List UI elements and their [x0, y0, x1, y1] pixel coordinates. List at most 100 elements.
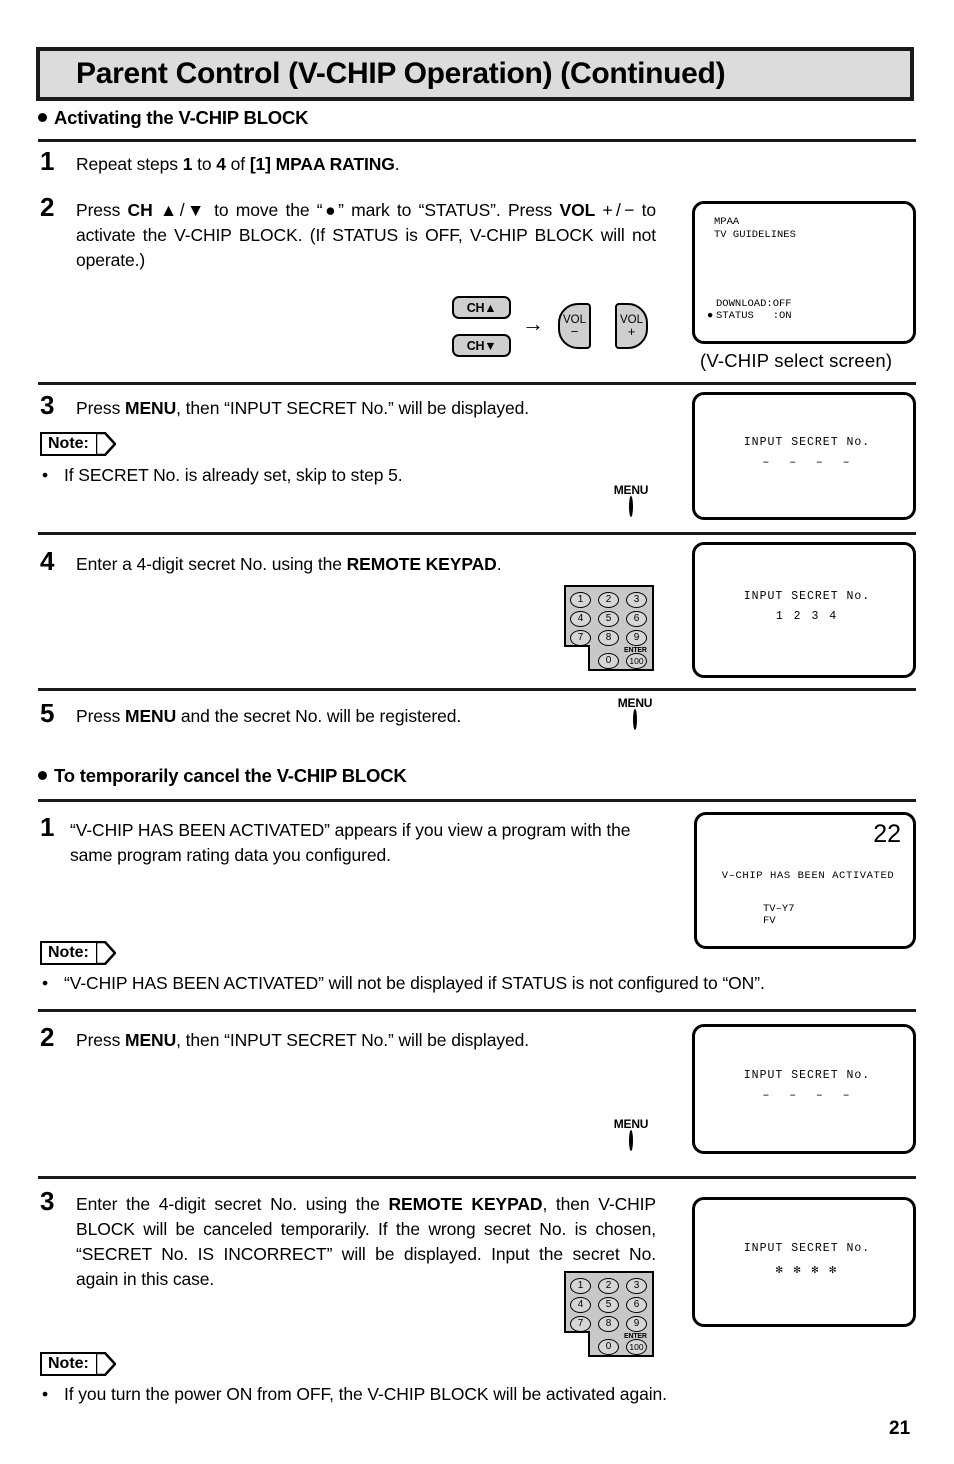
note-bullet-icon: • — [42, 1384, 49, 1404]
keypad-key-9[interactable]: 9 — [626, 630, 647, 646]
step1-part-f: [1] MPAA RATING — [249, 154, 395, 174]
vchip-select-line-download: DOWNLOAD:OFF — [716, 298, 792, 310]
keypad-key-6[interactable]: 6 — [626, 1297, 647, 1313]
menu-button-group[interactable]: MENU — [601, 1117, 661, 1151]
menu-button-circle[interactable] — [629, 496, 633, 517]
keypad-key-100[interactable]: 100 — [626, 1339, 647, 1355]
keypad-key-7[interactable]: 7 — [570, 630, 591, 646]
keypad-key-3[interactable]: 3 — [626, 1278, 647, 1294]
step-text-press-menu-2: Press MENU, then “INPUT SECRET No.” will… — [76, 1028, 676, 1053]
divider — [38, 532, 916, 535]
step3-part-a: Press — [76, 398, 125, 418]
divider — [38, 382, 916, 385]
remote-keypad[interactable]: 1 2 3 4 5 6 7 8 9 ENTER 0 100 — [563, 1270, 655, 1358]
secret-empty-1-value: – – – – — [762, 456, 852, 469]
keypad-key-1[interactable]: 1 — [570, 1278, 591, 1294]
step5-part-b: MENU — [125, 706, 177, 726]
keypad-key-6[interactable]: 6 — [626, 611, 647, 627]
keypad-key-2[interactable]: 2 — [598, 592, 619, 608]
vchip-select-line-mpaa: MPAA — [714, 216, 740, 228]
step-number: 4 — [40, 546, 55, 576]
note-text: “V-CHIP HAS BEEN ACTIVATED” will not be … — [64, 973, 765, 993]
note-arrow-icon — [95, 1352, 116, 1376]
step-number: 5 — [40, 698, 55, 728]
secret-empty-1-title: INPUT SECRET No. — [743, 436, 871, 449]
ch-up-button[interactable]: CH▲ — [452, 296, 511, 319]
menu-button-circle[interactable] — [633, 709, 637, 730]
divider — [38, 1176, 916, 1179]
tv-screen-secret-masked: INPUT SECRET No. ✻ ✻ ✻ ✻ — [692, 1197, 916, 1327]
step-text-enter-secret: Enter a 4-digit secret No. using the REM… — [76, 552, 676, 577]
manual-page: Parent Control (V-CHIP Operation) (Conti… — [0, 0, 954, 1464]
section-heading-activating: Activating the V-CHIP BLOCK — [38, 107, 309, 129]
tv-screen-caption: (V-CHIP select screen) — [700, 350, 893, 371]
step3-part-c: , then “INPUT SECRET No.” will be displa… — [176, 398, 530, 418]
activated-rating-1: TV–Y7 — [763, 903, 795, 915]
step3-part-b: MENU — [125, 398, 177, 418]
keypad-key-8[interactable]: 8 — [598, 1316, 619, 1332]
note-label: Note: — [40, 432, 98, 456]
step4-part-b: REMOTE KEYPAD — [346, 554, 497, 574]
cancel-step2-part-a: Press — [76, 1030, 125, 1050]
step1-part-b: 1 — [182, 154, 193, 174]
divider — [38, 688, 916, 691]
keypad-key-9[interactable]: 9 — [626, 1316, 647, 1332]
note-badge: Note: — [40, 941, 116, 965]
vol-plus-button[interactable]: VOL + — [615, 303, 648, 349]
keypad-key-0[interactable]: 0 — [598, 1339, 619, 1355]
keypad-key-100[interactable]: 100 — [626, 653, 647, 669]
note-text: If you turn the power ON from OFF, the V… — [64, 1384, 667, 1404]
activated-message: V–CHIP HAS BEEN ACTIVATED — [721, 870, 895, 882]
menu-button-label: MENU — [613, 483, 649, 497]
section-heading-cancel: To temporarily cancel the V-CHIP BLOCK — [38, 765, 407, 787]
note-bullet-icon: • — [42, 973, 49, 993]
step2-part-c: ▲/▼ to move the “●” mark to “STATUS”. Pr… — [152, 200, 560, 220]
keypad-key-8[interactable]: 8 — [598, 630, 619, 646]
note-text: If SECRET No. is already set, skip to st… — [64, 465, 403, 485]
vol-minus-button[interactable]: VOL − — [558, 303, 591, 349]
step1-part-g: . — [394, 154, 400, 174]
keypad-key-5[interactable]: 5 — [598, 611, 619, 627]
step-text-register: Press MENU and the secret No. will be re… — [76, 704, 676, 729]
step1-part-c: to — [192, 154, 217, 174]
secret-filled-value: 1 2 3 4 — [775, 610, 839, 623]
bullet-icon — [38, 771, 47, 780]
keypad-key-7[interactable]: 7 — [570, 1316, 591, 1332]
step-text-press-ch: Press CH ▲/▼ to move the “●” mark to “ST… — [76, 198, 656, 273]
secret-masked-value: ✻ ✻ ✻ ✻ — [775, 1264, 839, 1277]
step-number: 3 — [40, 1186, 55, 1216]
page-title: Parent Control (V-CHIP Operation) (Conti… — [76, 57, 726, 90]
vchip-select-line-tvguidelines: TV GUIDELINES — [714, 229, 796, 241]
divider — [38, 1009, 916, 1012]
page-number: 21 — [889, 1418, 911, 1439]
note-body: • If you turn the power ON from OFF, the… — [42, 1382, 922, 1406]
cancel-step2-part-b: MENU — [125, 1030, 177, 1050]
menu-button-group[interactable]: MENU — [605, 696, 665, 730]
bullet-icon — [38, 113, 47, 122]
keypad-key-5[interactable]: 5 — [598, 1297, 619, 1313]
step4-part-a: Enter a 4-digit secret No. using the — [76, 554, 347, 574]
tv-screen-vchip-select: MPAA TV GUIDELINES DOWNLOAD:OFF ● STATUS… — [692, 201, 916, 344]
menu-button-label: MENU — [613, 1117, 649, 1131]
menu-button-circle[interactable] — [629, 1130, 633, 1151]
remote-keypad[interactable]: 1 2 3 4 5 6 7 8 9 ENTER 0 100 — [563, 584, 655, 672]
divider — [38, 799, 916, 802]
note-badge: Note: — [40, 1352, 116, 1376]
note-body: • “V-CHIP HAS BEEN ACTIVATED” will not b… — [42, 971, 922, 995]
keypad-key-4[interactable]: 4 — [570, 611, 591, 627]
vchip-select-status-marker: ● — [707, 310, 714, 322]
note-arrow-icon — [95, 941, 116, 965]
keypad-key-1[interactable]: 1 — [570, 592, 591, 608]
vol-minus-sign: − — [570, 324, 579, 339]
keypad-key-2[interactable]: 2 — [598, 1278, 619, 1294]
section-heading-cancel-label: To temporarily cancel the V-CHIP BLOCK — [54, 765, 407, 786]
note-body: • If SECRET No. is already set, skip to … — [42, 463, 662, 487]
ch-down-button[interactable]: CH▼ — [452, 334, 511, 357]
keypad-key-4[interactable]: 4 — [570, 1297, 591, 1313]
menu-button-group[interactable]: MENU — [601, 483, 661, 517]
cancel-step3-part-b: REMOTE KEYPAD — [388, 1194, 543, 1214]
cancel-step2-part-c: , then “INPUT SECRET No.” will be displa… — [176, 1030, 530, 1050]
keypad-key-3[interactable]: 3 — [626, 592, 647, 608]
keypad-key-0[interactable]: 0 — [598, 653, 619, 669]
step-text-repeat: Repeat steps 1 to 4 of [1] MPAA RATING. — [76, 152, 676, 177]
